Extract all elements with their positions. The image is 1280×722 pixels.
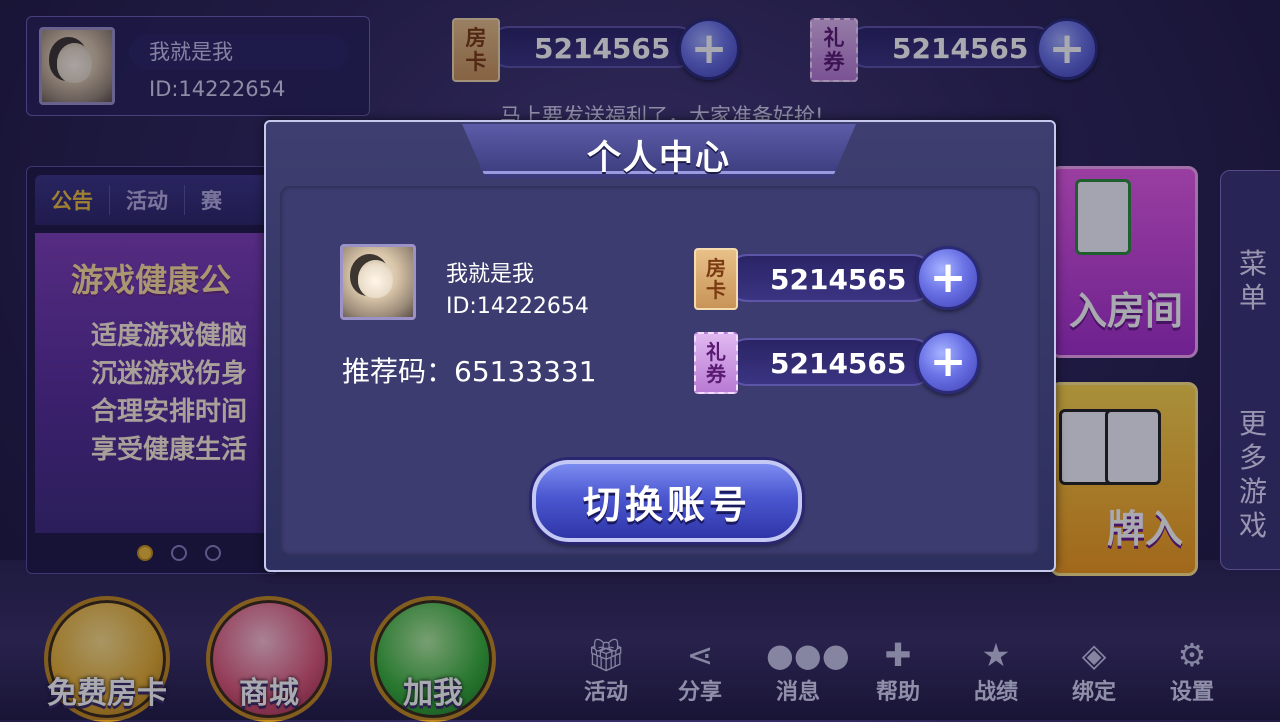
player-name: 我就是我	[446, 262, 535, 287]
referral-code: 推荐码：65133331	[342, 350, 597, 390]
referral-label: 推荐码：	[342, 355, 455, 388]
add-coupon-button[interactable]: +	[916, 330, 980, 394]
room-card-count: 5214565	[724, 254, 936, 302]
room-card-tag: 房 卡	[694, 248, 738, 310]
coupon-tag: 礼 券	[694, 332, 738, 394]
dialog-title: 个人中心	[587, 138, 731, 178]
avatar	[340, 244, 416, 320]
dialog-coupon-bar: 5214565 礼 券 +	[694, 330, 982, 394]
player-id: ID:14222654	[446, 294, 589, 319]
referral-value: 65133331	[454, 355, 597, 388]
switch-account-button[interactable]: 切换账号	[532, 460, 802, 542]
dialog-room-card-bar: 5214565 房 卡 +	[694, 246, 982, 310]
add-room-card-button[interactable]: +	[916, 246, 980, 310]
coupon-count: 5214565	[724, 338, 936, 386]
personal-center-dialog: 个人中心 我就是我 ID:14222654 推荐码：65133331 52145…	[264, 120, 1056, 572]
